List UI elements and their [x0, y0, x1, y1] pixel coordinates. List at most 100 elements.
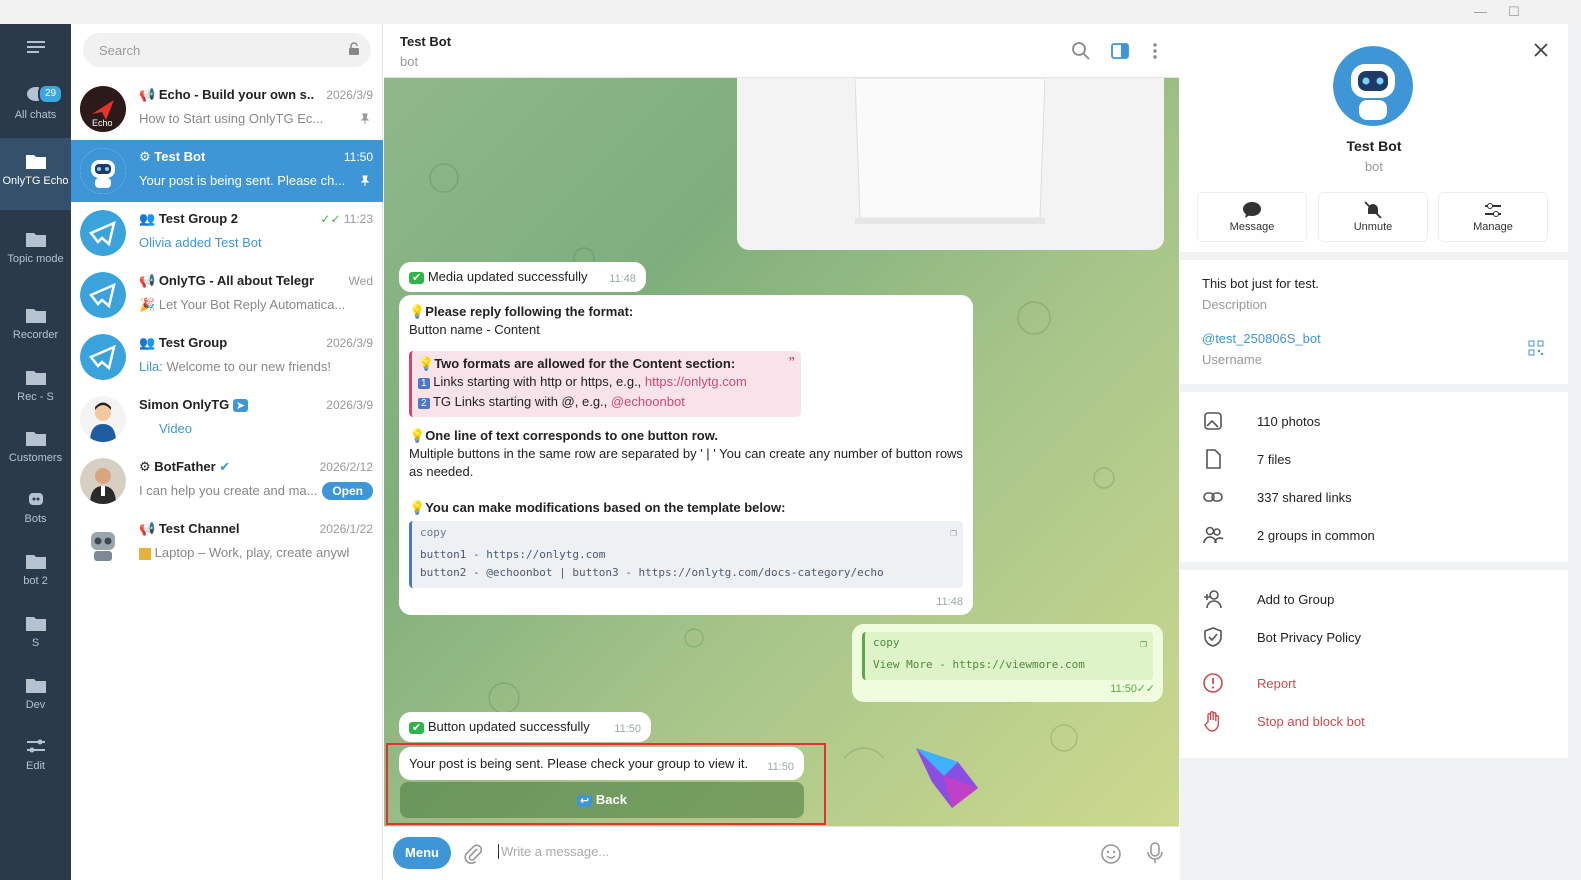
message-time: 11:48	[609, 273, 636, 285]
folder-s[interactable]: S	[0, 614, 71, 654]
description-label: Description	[1202, 297, 1268, 312]
sidebar-toggle-icon[interactable]	[1109, 40, 1131, 62]
folder-recorder[interactable]: Recorder	[0, 306, 71, 346]
folder-all-chats[interactable]: 29 All chats	[0, 84, 71, 134]
more-vertical-icon[interactable]	[1144, 40, 1166, 62]
open-button[interactable]: Open	[322, 482, 373, 500]
message-media-updated[interactable]: ✔ Media updated successfully 11:48	[399, 262, 646, 292]
double-check-icon: ✓✓	[320, 212, 341, 226]
emoji-icon[interactable]	[1100, 843, 1122, 865]
double-check-icon: ✓✓	[1136, 683, 1155, 695]
folder-customers[interactable]: Customers	[0, 429, 71, 469]
shared-photos[interactable]: 110 photos	[1257, 414, 1320, 429]
folder-icon	[25, 617, 46, 631]
chat-preview: 🎉 Let Your Bot Reply Automatica...	[139, 297, 346, 312]
shield-check-icon	[1204, 627, 1222, 647]
copy-icon[interactable]: ❐	[1140, 635, 1147, 653]
group-icon: 👥	[139, 335, 156, 350]
bot-menu-button[interactable]: Menu	[393, 837, 451, 869]
chat-time: 2026/1/22	[319, 522, 373, 536]
message-button-updated[interactable]: ✔ Button updated successfully 11:50	[399, 712, 651, 742]
check-icon: ✔	[409, 722, 425, 734]
attach-icon[interactable]	[462, 843, 484, 865]
folder-bots[interactable]: Bots	[0, 490, 71, 530]
chat-item-simon[interactable]: Simon OnlyTG ➤ 2026/3/9 Video	[71, 388, 383, 450]
code-block[interactable]: copy ❐ View More - https://viewmore.com	[862, 632, 1153, 680]
stop-hand-icon	[1204, 711, 1220, 732]
chat-header[interactable]: Test Bot bot	[384, 24, 1179, 78]
message-format-instructions[interactable]: 💡Please reply following the format: Butt…	[399, 295, 973, 615]
bot-icon: ⚙	[139, 459, 151, 474]
chat-area: Test Bot bot ✔ Media updated successfull…	[384, 24, 1179, 880]
chat-subtitle: bot	[400, 54, 419, 69]
avatar	[80, 458, 126, 504]
maximize-icon[interactable]: ☐	[1508, 4, 1520, 20]
avatar	[80, 272, 126, 318]
bulb-icon: 💡	[409, 304, 426, 319]
folder-label: bot 2	[23, 575, 48, 587]
bulb-icon: 💡	[409, 500, 426, 515]
chat-item-test-bot[interactable]: ⚙ Test Bot 11:50 Your post is being sent…	[71, 140, 383, 202]
hamburger-menu-icon[interactable]	[0, 38, 71, 62]
groups-in-common[interactable]: 2 groups in common	[1257, 528, 1375, 543]
chat-time: 11:50	[343, 150, 373, 164]
add-to-group[interactable]: Add to Group	[1257, 592, 1334, 607]
folder-edit[interactable]: Edit	[0, 737, 71, 777]
lock-icon[interactable]	[347, 42, 361, 56]
unmute-button[interactable]: Unmute	[1318, 192, 1428, 242]
code-block[interactable]: copy ❐ button1 - https://onlytg.com butt…	[409, 521, 963, 588]
manage-button[interactable]: Manage	[1438, 192, 1548, 242]
sliders-icon	[26, 739, 45, 753]
chat-background: ✔ Media updated successfully 11:48 💡Plea…	[384, 78, 1179, 826]
photo-message[interactable]	[737, 78, 1164, 250]
pin-icon	[360, 113, 370, 124]
folder-bot-2[interactable]: bot 2	[0, 552, 71, 592]
search-placeholder: Search	[99, 43, 141, 58]
chat-item-test-channel[interactable]: 📢 Test Channel 2026/1/22 Laptop – Work, …	[71, 512, 383, 574]
code-copy-label[interactable]: copy	[873, 634, 1145, 652]
unread-badge: 29	[38, 84, 64, 104]
chat-item-botfather[interactable]: ⚙ BotFather ✔ 2026/2/12 I can help you c…	[71, 450, 383, 512]
code-copy-label[interactable]: copy	[420, 524, 955, 542]
minimize-icon[interactable]: —	[1474, 4, 1487, 19]
folder-topic-mode[interactable]: Topic mode	[0, 230, 71, 286]
message-time: 11:50	[614, 723, 641, 735]
chat-item-test-group-2[interactable]: 👥 Test Group 2 ✓✓ 11:23 Olivia added Tes…	[71, 202, 383, 264]
stop-and-block-bot[interactable]: Stop and block bot	[1257, 714, 1365, 729]
bot-privacy-policy[interactable]: Bot Privacy Policy	[1257, 630, 1361, 645]
folder-dev[interactable]: Dev	[0, 676, 71, 716]
message-input[interactable]: Write a message...	[498, 844, 609, 859]
window-titlebar: — ☐	[0, 0, 1581, 24]
shared-links[interactable]: 337 shared links	[1257, 490, 1352, 505]
chat-time: Wed	[348, 274, 373, 288]
folder-icon	[25, 371, 46, 385]
shared-files[interactable]: 7 files	[1257, 452, 1291, 467]
microphone-icon[interactable]	[1144, 841, 1166, 865]
message-outgoing-code[interactable]: copy ❐ View More - https://viewmore.com …	[852, 624, 1163, 702]
report-icon	[1203, 673, 1223, 693]
qr-code-icon[interactable]	[1528, 340, 1544, 356]
message-button[interactable]: Message	[1197, 192, 1307, 242]
folder-onlytg-echo[interactable]: OnlyTG Echo	[0, 138, 71, 210]
folder-rec-s[interactable]: Rec - S	[0, 368, 71, 408]
close-icon[interactable]	[1533, 42, 1549, 58]
chat-name: 👥 Test Group	[139, 335, 228, 350]
link-onlytg[interactable]: https://onlytg.com	[645, 374, 747, 389]
avatar	[80, 210, 126, 256]
action-row: Message Unmute Manage	[1180, 184, 1568, 252]
channel-icon: 📢	[139, 521, 156, 536]
search-input[interactable]: Search	[83, 33, 371, 67]
bot-icon	[28, 493, 43, 505]
chat-item-onlytg[interactable]: 📢 OnlyTG - All about Telegram Wed 🎉 Let …	[71, 264, 383, 326]
bot-username[interactable]: @test_250806S_bot	[1202, 331, 1321, 346]
search-icon[interactable]	[1070, 40, 1092, 62]
chat-item-echo[interactable]: Echo 📢 Echo - Build your own s... 2026/3…	[71, 78, 383, 140]
chat-preview: Your post is being sent. Please ch...	[139, 173, 346, 188]
copy-icon[interactable]: ❐	[950, 524, 957, 542]
report-button[interactable]: Report	[1257, 676, 1296, 691]
shared-media-card: 110 photos 7 files 337 shared links 2 gr…	[1180, 392, 1568, 562]
chat-preview: I can help you create and ma...	[139, 483, 318, 498]
chat-item-test-group[interactable]: 👥 Test Group 2026/3/9 Lila: Welcome to o…	[71, 326, 383, 388]
profile-avatar[interactable]	[1333, 46, 1413, 126]
link-echoonbot[interactable]: @echoonbot	[611, 394, 685, 409]
